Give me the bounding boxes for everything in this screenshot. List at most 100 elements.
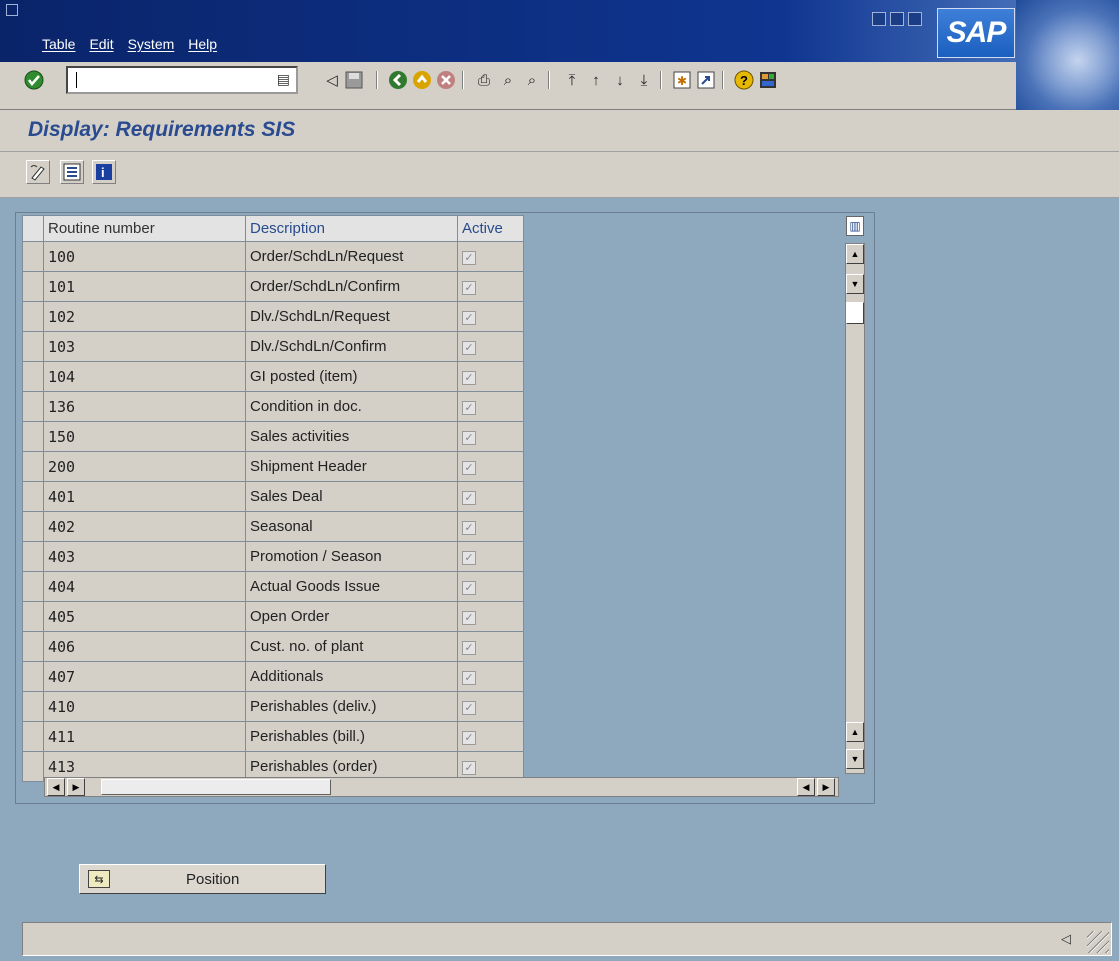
row-selector[interactable]	[22, 421, 44, 452]
table-row[interactable]: 104 GI posted (item) ✓	[22, 361, 524, 392]
description-cell[interactable]: Dlv./SchdLn/Request	[245, 301, 458, 332]
print-icon[interactable]: ⎙	[474, 70, 494, 90]
description-cell[interactable]: Order/SchdLn/Request	[245, 241, 458, 272]
description-cell[interactable]: Promotion / Season	[245, 541, 458, 572]
horizontal-scroll-thumb[interactable]	[101, 779, 331, 795]
active-checkbox[interactable]: ✓	[462, 701, 476, 715]
back-arrow-icon[interactable]: ◁	[322, 70, 342, 90]
table-row[interactable]: 102 Dlv./SchdLn/Request ✓	[22, 301, 524, 332]
routine-number-cell[interactable]: 100	[43, 241, 246, 272]
maximize-icon[interactable]	[890, 12, 904, 26]
description-cell[interactable]: Sales activities	[245, 421, 458, 452]
active-checkbox[interactable]: ✓	[462, 761, 476, 775]
row-selector[interactable]	[22, 571, 44, 602]
vertical-scrollbar[interactable]: ▲ ▼ ▲ ▼	[845, 243, 865, 774]
active-checkbox[interactable]: ✓	[462, 371, 476, 385]
active-checkbox[interactable]: ✓	[462, 671, 476, 685]
table-row[interactable]: 404 Actual Goods Issue ✓	[22, 571, 524, 602]
minimize-icon[interactable]	[872, 12, 886, 26]
row-selector[interactable]	[22, 451, 44, 482]
routine-number-cell[interactable]: 410	[43, 691, 246, 722]
column-header-description[interactable]: Description	[245, 215, 458, 242]
active-checkbox[interactable]: ✓	[462, 461, 476, 475]
layout-menu-icon[interactable]	[758, 70, 778, 90]
table-row[interactable]: 405 Open Order ✓	[22, 601, 524, 632]
row-selector[interactable]	[22, 481, 44, 512]
table-row[interactable]: 200 Shipment Header ✓	[22, 451, 524, 482]
row-selector[interactable]	[22, 691, 44, 722]
description-cell[interactable]: Additionals	[245, 661, 458, 692]
routine-number-cell[interactable]: 402	[43, 511, 246, 542]
table-row[interactable]: 150 Sales activities ✓	[22, 421, 524, 452]
description-cell[interactable]: Perishables (deliv.)	[245, 691, 458, 722]
description-cell[interactable]: Order/SchdLn/Confirm	[245, 271, 458, 302]
routine-number-cell[interactable]: 101	[43, 271, 246, 302]
table-row[interactable]: 406 Cust. no. of plant ✓	[22, 631, 524, 662]
routine-number-cell[interactable]: 150	[43, 421, 246, 452]
save-icon[interactable]	[344, 70, 364, 90]
row-selector[interactable]	[22, 631, 44, 662]
row-selector[interactable]	[22, 301, 44, 332]
routine-number-cell[interactable]: 103	[43, 331, 246, 362]
find-icon[interactable]: ⌕	[498, 70, 518, 90]
description-cell[interactable]: Open Order	[245, 601, 458, 632]
active-checkbox[interactable]: ✓	[462, 731, 476, 745]
select-all-rows-button[interactable]	[22, 215, 44, 242]
table-row[interactable]: 403 Promotion / Season ✓	[22, 541, 524, 572]
active-checkbox[interactable]: ✓	[462, 281, 476, 295]
vertical-scroll-thumb[interactable]	[846, 302, 864, 324]
scroll-column-left-icon[interactable]: ◀	[797, 778, 815, 796]
active-checkbox[interactable]: ✓	[462, 521, 476, 535]
row-selector[interactable]	[22, 391, 44, 422]
row-selector[interactable]	[22, 751, 44, 782]
previous-page-icon[interactable]: ↑	[586, 70, 606, 90]
scroll-column-right-icon[interactable]: ▶	[817, 778, 835, 796]
active-checkbox[interactable]: ✓	[462, 641, 476, 655]
table-settings-icon[interactable]: ▥	[846, 216, 864, 236]
routine-number-cell[interactable]: 200	[43, 451, 246, 482]
table-row[interactable]: 411 Perishables (bill.) ✓	[22, 721, 524, 752]
routine-number-cell[interactable]: 407	[43, 661, 246, 692]
table-row[interactable]: 136 Condition in doc. ✓	[22, 391, 524, 422]
menu-item-system[interactable]: System	[128, 36, 175, 52]
back-icon[interactable]	[388, 70, 408, 90]
menu-item-table[interactable]: Table	[42, 36, 75, 52]
command-history-icon[interactable]: ▤	[277, 71, 290, 88]
active-checkbox[interactable]: ✓	[462, 581, 476, 595]
position-button[interactable]: ⇆ Position	[79, 864, 326, 894]
active-checkbox[interactable]: ✓	[462, 311, 476, 325]
description-cell[interactable]: Condition in doc.	[245, 391, 458, 422]
menu-item-help[interactable]: Help	[188, 36, 217, 52]
resize-grip-icon[interactable]	[1087, 931, 1109, 953]
description-cell[interactable]: Actual Goods Issue	[245, 571, 458, 602]
display-change-icon[interactable]	[26, 160, 50, 184]
routine-number-cell[interactable]: 104	[43, 361, 246, 392]
close-icon[interactable]	[908, 12, 922, 26]
next-page-icon[interactable]: ↓	[610, 70, 630, 90]
routine-number-cell[interactable]: 404	[43, 571, 246, 602]
active-checkbox[interactable]: ✓	[462, 251, 476, 265]
row-selector[interactable]	[22, 361, 44, 392]
information-icon[interactable]: i	[92, 160, 116, 184]
table-row[interactable]: 101 Order/SchdLn/Confirm ✓	[22, 271, 524, 302]
routine-number-cell[interactable]: 411	[43, 721, 246, 752]
routine-number-cell[interactable]: 401	[43, 481, 246, 512]
row-selector[interactable]	[22, 241, 44, 272]
row-selector[interactable]	[22, 721, 44, 752]
column-header-active[interactable]: Active	[457, 215, 524, 242]
description-cell[interactable]: Shipment Header	[245, 451, 458, 482]
routine-number-cell[interactable]: 406	[43, 631, 246, 662]
description-cell[interactable]: Perishables (bill.)	[245, 721, 458, 752]
first-page-icon[interactable]: ⤒	[562, 70, 582, 90]
table-row[interactable]: 402 Seasonal ✓	[22, 511, 524, 542]
table-row[interactable]: 401 Sales Deal ✓	[22, 481, 524, 512]
scroll-left-icon[interactable]: ◀	[47, 778, 65, 796]
find-next-icon[interactable]: ⌕	[522, 70, 542, 90]
description-cell[interactable]: Sales Deal	[245, 481, 458, 512]
scroll-up-icon[interactable]: ▲	[846, 244, 864, 264]
select-all-icon[interactable]	[60, 160, 84, 184]
row-selector[interactable]	[22, 271, 44, 302]
page-down-icon[interactable]: ▼	[846, 749, 864, 769]
horizontal-scrollbar[interactable]: ◀ ▶ ◀ ▶	[44, 777, 839, 797]
table-row[interactable]: 100 Order/SchdLn/Request ✓	[22, 241, 524, 272]
